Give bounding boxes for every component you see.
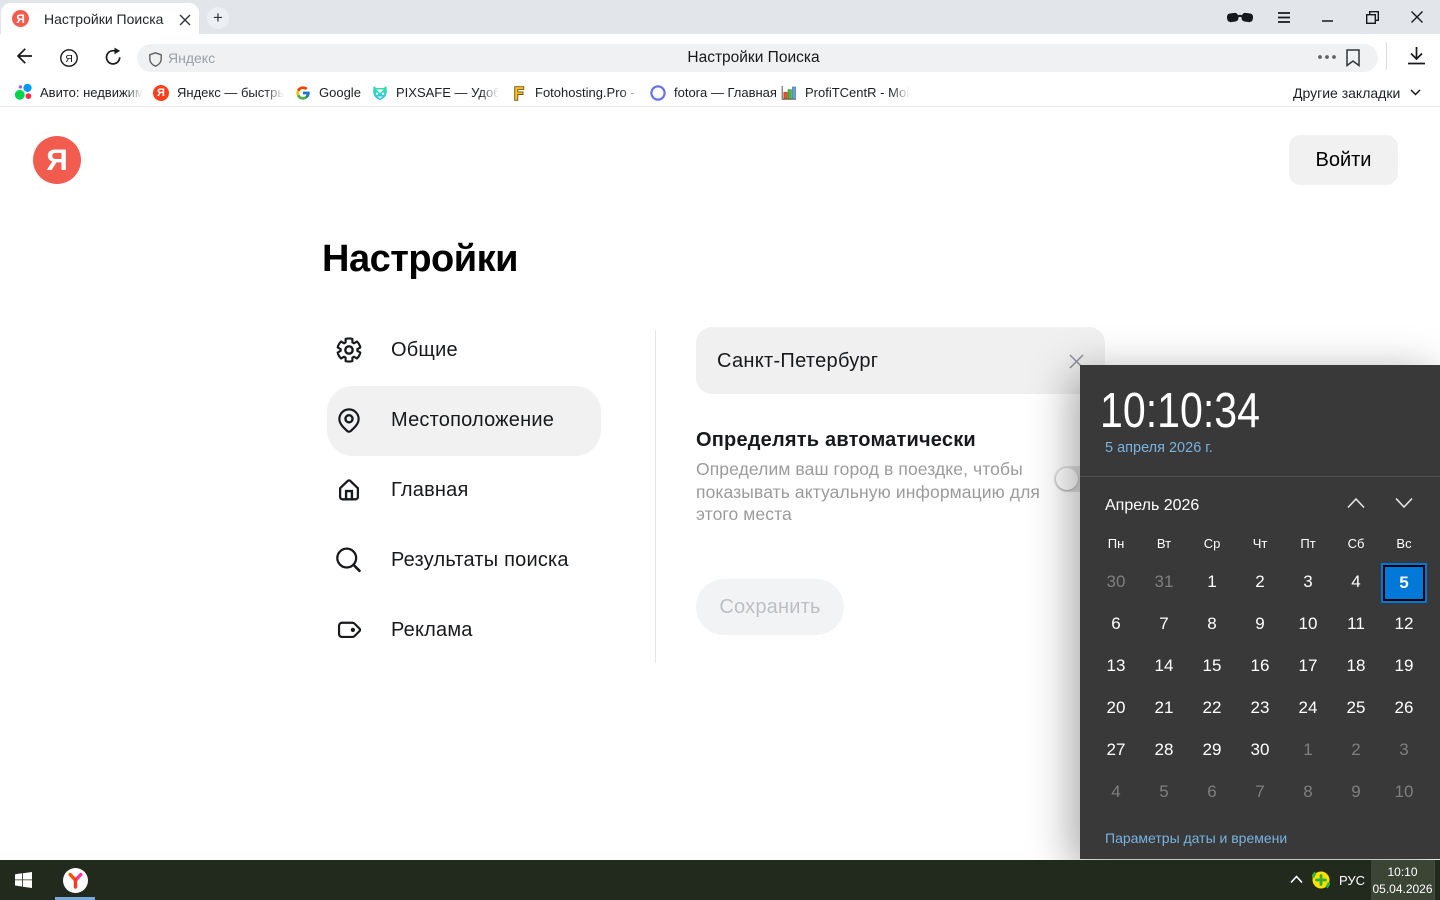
svg-text:Я: Я: [65, 53, 73, 65]
